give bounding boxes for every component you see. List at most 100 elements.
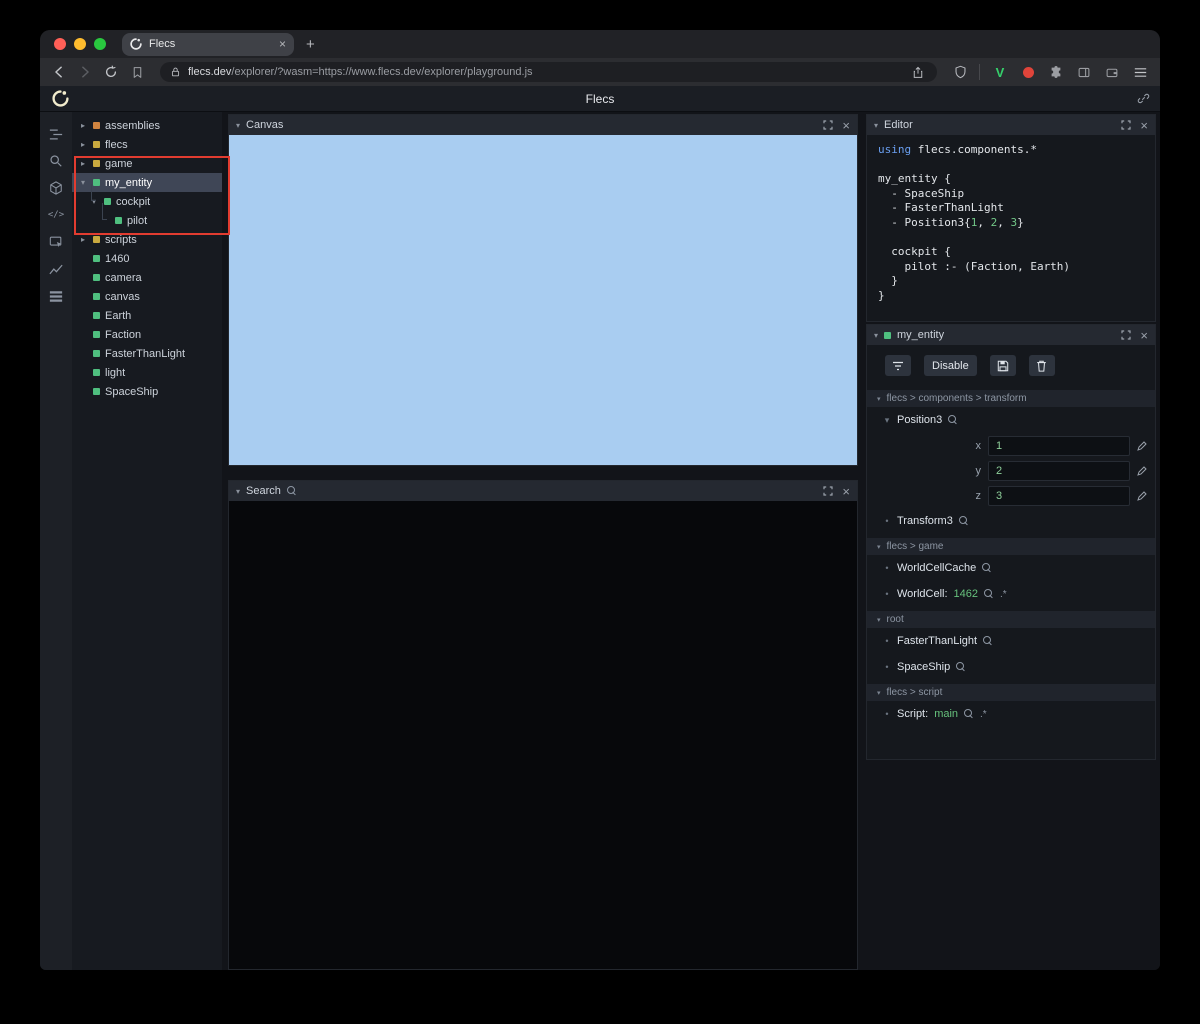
chevron-down-icon[interactable]: ▾ (236, 487, 240, 496)
section-header[interactable]: ▾ flecs > components > transform (867, 390, 1155, 407)
tree-item-FasterThanLight[interactable]: FasterThanLight (72, 344, 222, 363)
new-tab-button[interactable]: + (306, 36, 315, 53)
search-icon[interactable] (958, 516, 969, 526)
section-header[interactable]: ▾ root (867, 611, 1155, 628)
component-row[interactable]: • WorldCell: 1462 .* (867, 581, 1155, 607)
field-input[interactable]: 3 (988, 485, 1130, 506)
browser-tab[interactable]: Flecs × (122, 32, 294, 56)
forward-button[interactable] (76, 64, 94, 80)
chevron-down-icon[interactable]: ▾ (874, 121, 878, 130)
edit-icon[interactable] (1137, 440, 1147, 451)
tree-item-1460[interactable]: 1460 (72, 249, 222, 268)
browser-menu-icon[interactable] (1130, 63, 1150, 81)
edit-icon[interactable] (1137, 465, 1147, 476)
component-row[interactable]: • FasterThanLight (867, 628, 1155, 654)
tree-item-pilot[interactable]: pilot (72, 211, 222, 230)
extension-v-icon[interactable]: V (990, 63, 1010, 81)
expand-panel-icon[interactable] (823, 120, 834, 130)
search-icon[interactable] (47, 153, 65, 169)
tree-item-assemblies[interactable]: ▸ assemblies (72, 116, 222, 135)
tab-close-icon[interactable]: × (279, 37, 286, 51)
tree-item-flecs[interactable]: ▸ flecs (72, 135, 222, 154)
tree-item-camera[interactable]: camera (72, 268, 222, 287)
code-icon[interactable]: </> (47, 207, 65, 223)
reload-button[interactable] (102, 64, 120, 80)
extension-red-icon[interactable] (1018, 63, 1038, 81)
zoom-window-button[interactable] (94, 38, 106, 50)
field-label: z (975, 489, 982, 502)
expand-panel-icon[interactable] (823, 486, 834, 496)
brave-shield-icon[interactable] (951, 64, 969, 80)
search-results-area[interactable] (229, 501, 857, 969)
entity-tree-icon[interactable] (47, 126, 65, 142)
close-window-button[interactable] (54, 38, 66, 50)
tree-item-light[interactable]: light (72, 363, 222, 382)
flecs-logo-icon[interactable] (52, 90, 69, 107)
bookmark-icon[interactable] (128, 64, 146, 80)
chevron-right-icon[interactable]: ▸ (78, 121, 88, 130)
section-header[interactable]: ▾ flecs > script (867, 684, 1155, 701)
rows-icon[interactable] (47, 288, 65, 304)
expand-panel-icon[interactable] (1121, 120, 1132, 130)
close-panel-icon[interactable]: × (1140, 329, 1148, 342)
window-controls (54, 38, 106, 50)
tree-item-label: camera (105, 271, 142, 284)
delete-button[interactable] (1028, 355, 1055, 376)
expand-panel-icon[interactable] (1121, 330, 1132, 340)
close-panel-icon[interactable]: × (842, 485, 850, 498)
tree-item-Earth[interactable]: Earth (72, 306, 222, 325)
stats-chart-icon[interactable] (47, 261, 65, 277)
tree-item-canvas[interactable]: canvas (72, 287, 222, 306)
field-input[interactable]: 1 (988, 435, 1130, 456)
share-icon[interactable] (909, 64, 927, 80)
search-icon[interactable] (964, 709, 974, 719)
component-row[interactable]: • SpaceShip (867, 654, 1155, 680)
entity-color-icon (93, 122, 100, 129)
sidebar-toggle-icon[interactable] (1074, 63, 1094, 81)
entity-color-icon (884, 331, 892, 339)
component-row[interactable]: ▾ Position3 (867, 407, 1155, 433)
chevron-right-icon[interactable]: ▸ (78, 159, 88, 168)
minimize-window-button[interactable] (74, 38, 86, 50)
chevron-right-icon[interactable]: ▸ (78, 140, 88, 149)
tree-item-SpaceShip[interactable]: SpaceShip (72, 382, 222, 401)
lock-icon (170, 66, 181, 78)
edit-icon[interactable] (1137, 490, 1147, 501)
field-input[interactable]: 2 (988, 460, 1130, 481)
extensions-puzzle-icon[interactable] (1046, 63, 1066, 81)
filter-button[interactable] (885, 355, 911, 376)
editor-code[interactable]: using flecs.components.* my_entity { - S… (867, 135, 1155, 321)
section-header[interactable]: ▾ flecs > game (867, 538, 1155, 555)
component-row[interactable]: • Transform3 (867, 508, 1155, 534)
search-icon[interactable] (948, 415, 958, 425)
render-canvas[interactable] (229, 135, 857, 465)
search-icon[interactable] (982, 563, 992, 573)
component-row[interactable]: • Script: main .* (867, 701, 1155, 727)
back-button[interactable] (50, 64, 68, 80)
canvas-panel-header[interactable]: ▾ Canvas × (229, 115, 857, 135)
chevron-right-icon[interactable]: ▸ (78, 235, 88, 244)
inspector-panel-header[interactable]: ▾ my_entity × (867, 325, 1155, 345)
search-icon[interactable] (983, 636, 993, 646)
disable-button[interactable]: Disable (924, 355, 977, 376)
tree-item-Faction[interactable]: Faction (72, 325, 222, 344)
cube-icon[interactable] (47, 180, 65, 196)
close-panel-icon[interactable]: × (1140, 119, 1148, 132)
wallet-icon[interactable] (1102, 63, 1122, 81)
save-button[interactable] (989, 355, 1016, 376)
address-bar[interactable]: flecs.dev/explorer/?wasm=https://www.fle… (160, 62, 937, 82)
tree-item-game[interactable]: ▸ game (72, 154, 222, 173)
chevron-down-icon[interactable]: ▾ (78, 178, 88, 187)
chevron-down-icon[interactable]: ▾ (236, 121, 240, 130)
inspector-icon[interactable] (47, 234, 65, 250)
app-header: Flecs (40, 86, 1160, 112)
component-row[interactable]: • WorldCellCache (867, 555, 1155, 581)
search-panel-header[interactable]: ▾ Search × (229, 481, 857, 501)
search-icon[interactable] (956, 662, 966, 672)
close-panel-icon[interactable]: × (842, 119, 850, 132)
editor-panel-header[interactable]: ▾ Editor × (867, 115, 1155, 135)
chevron-down-icon[interactable]: ▾ (874, 331, 878, 340)
search-icon[interactable] (984, 589, 994, 599)
share-link-icon[interactable] (1137, 92, 1150, 105)
tree-item-scripts[interactable]: ▸ scripts (72, 230, 222, 249)
